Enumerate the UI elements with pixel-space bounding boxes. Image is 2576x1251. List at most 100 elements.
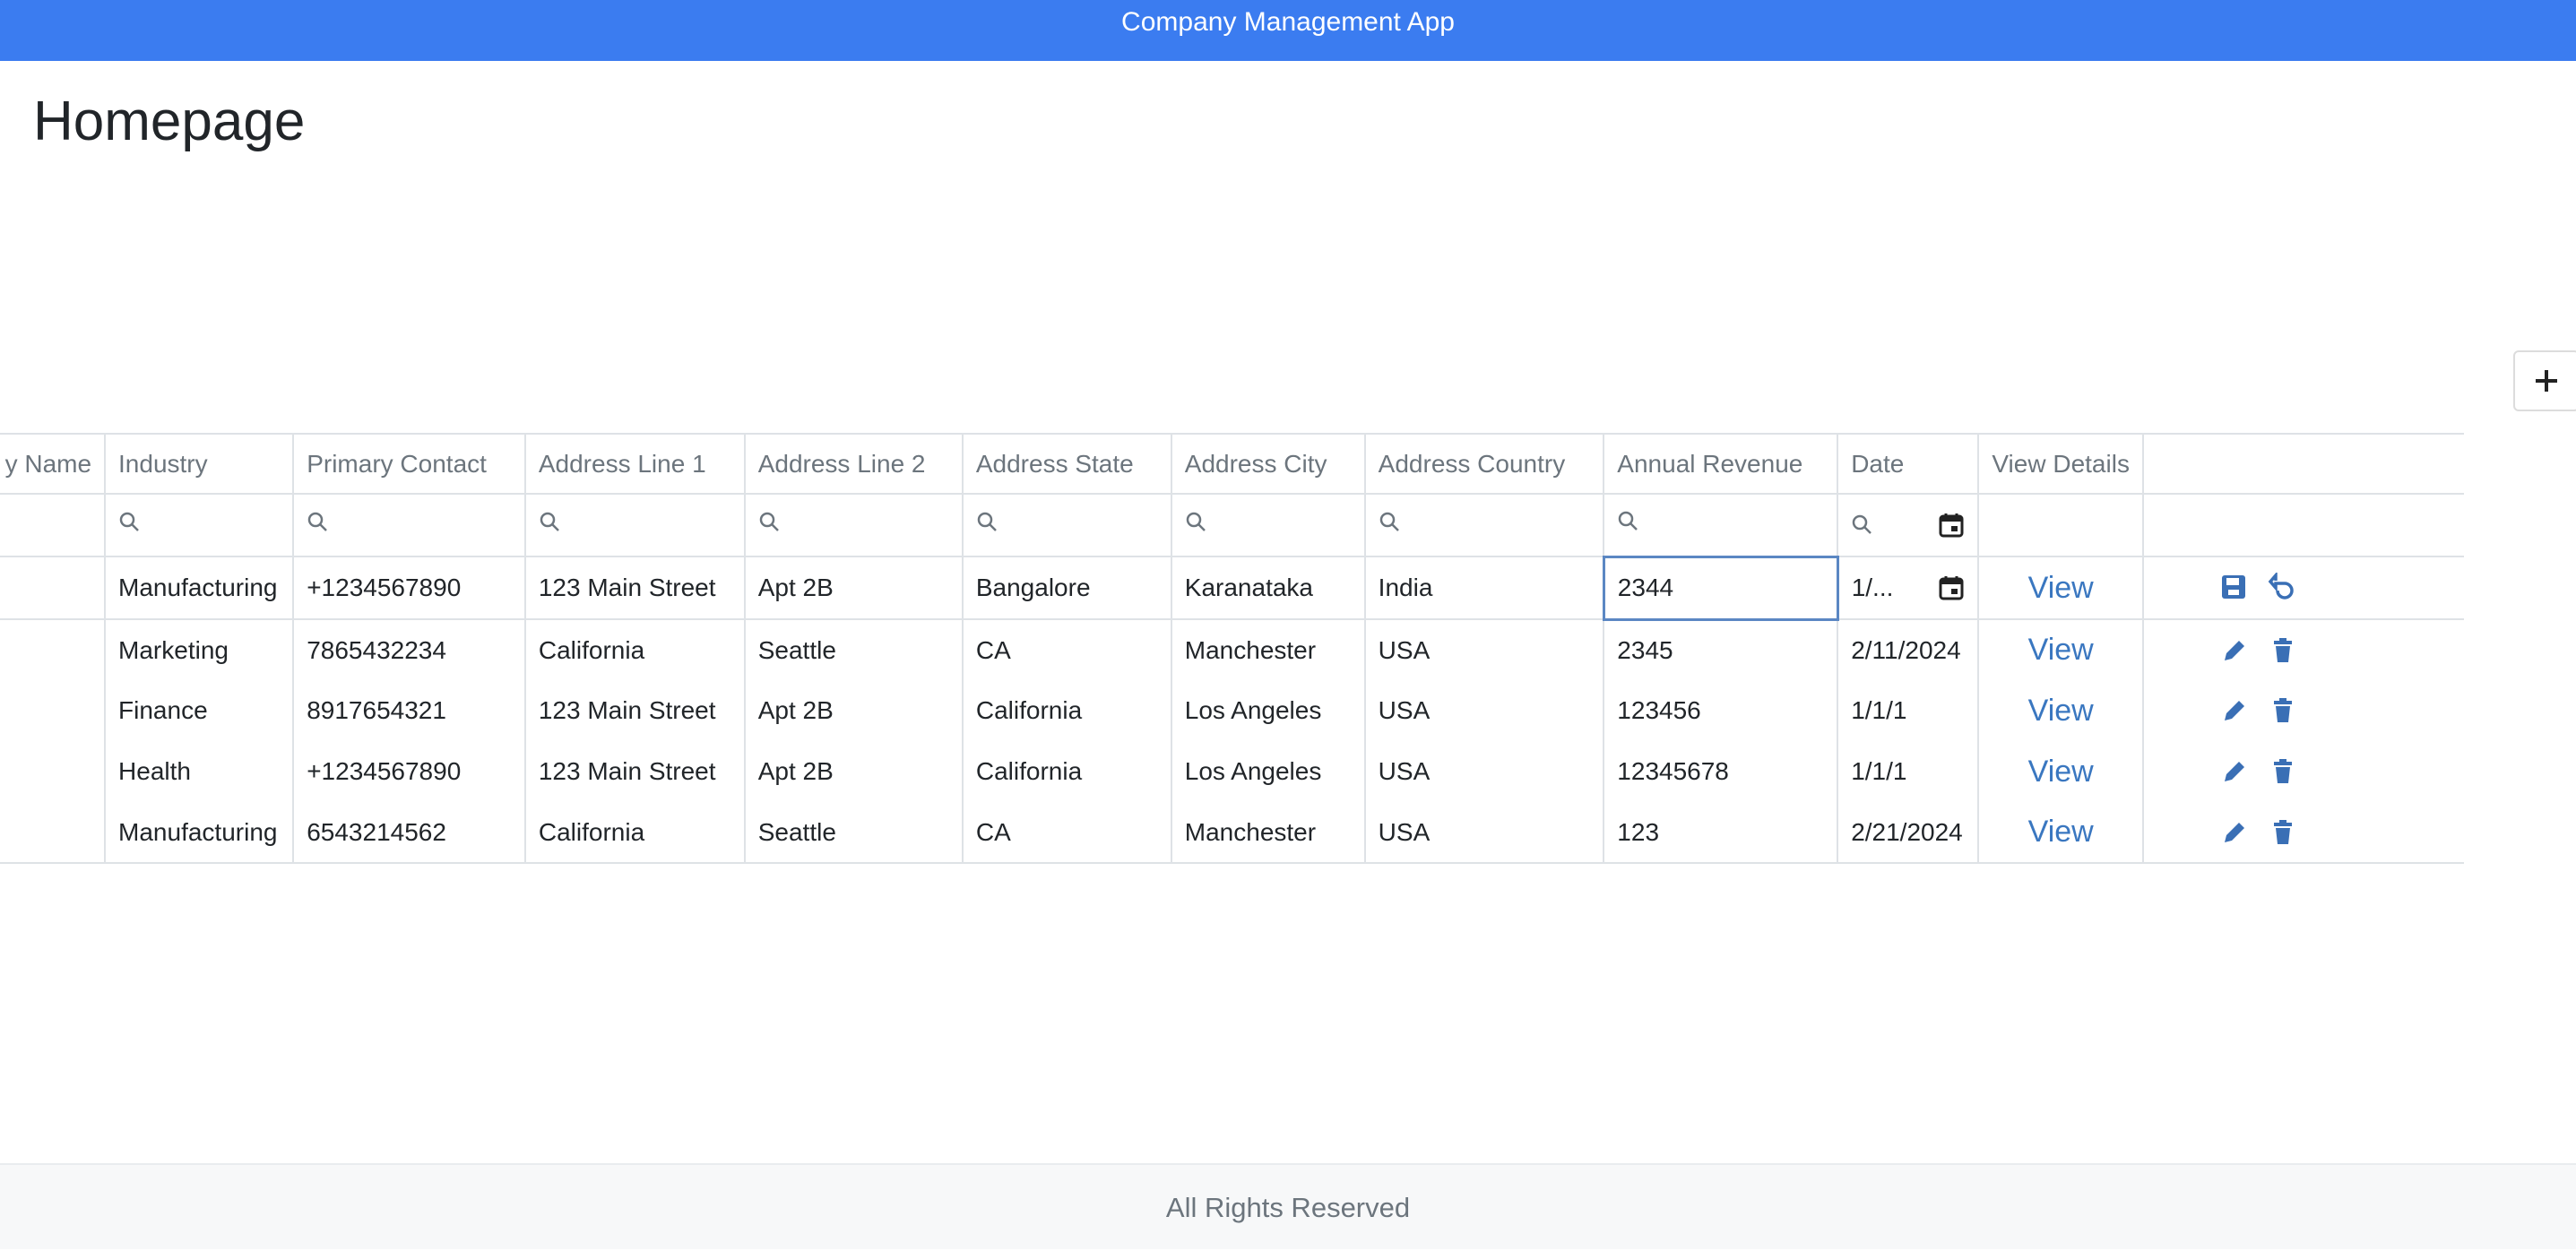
app-header: Company Management App [0,0,2576,61]
filter-row [0,494,2464,557]
search-icon [1852,514,1872,534]
cell-industry: Manufacturing [104,556,294,620]
cell-address1: California [523,802,745,864]
companies-table: y Name Industry Primary Contact Address … [0,433,2576,865]
table-header-row: y Name Industry Primary Contact Address … [0,433,2464,495]
view-details-link[interactable]: View [1992,694,2130,729]
cell-country: USA [1363,802,1604,864]
search-icon [759,512,779,531]
cell-state: CA [961,619,1171,680]
cell-country: USA [1363,680,1604,741]
col-header-industry[interactable]: Industry [104,433,294,495]
filter-contact-input[interactable] [292,494,525,557]
cell-state: CA [961,802,1171,864]
filter-date-input[interactable] [1837,494,1979,557]
filter-state-input[interactable] [961,494,1171,557]
cell-city: Los Angeles [1170,741,1365,802]
filter-address1-input[interactable] [523,494,745,557]
cell-name: rporation [0,556,106,620]
cell-address1: 123 Main Street [523,680,745,741]
col-header-annual-revenue[interactable]: Annual Revenue [1603,433,1838,495]
trash-icon[interactable] [2269,636,2297,665]
save-icon[interactable] [2219,573,2248,601]
revenue-edit-input[interactable]: 2344 [1602,555,1839,621]
pencil-icon[interactable] [2220,818,2249,847]
search-icon [119,512,139,531]
cell-industry: Marketing [104,619,294,680]
filter-country-input[interactable] [1363,494,1604,557]
view-details-link[interactable]: View [1992,633,2130,668]
cell-address2: Apt 2B [743,680,963,741]
col-header-primary-contact[interactable]: Primary Contact [292,433,525,495]
cell-address1: California [523,619,745,680]
view-details-cell: View [1977,619,2143,680]
cell-country: USA [1363,741,1604,802]
search-icon [540,512,559,531]
actions-cell [2141,680,2464,741]
col-header-date[interactable]: Date [1837,433,1979,495]
table-row-editing: rporation Manufacturing +1234567890 123 … [0,555,2464,621]
filter-name-input[interactable] [0,494,106,557]
search-icon [1619,512,1638,531]
add-company-button[interactable] [2513,350,2576,411]
footer-text: All Rights Reserved [1165,1192,1411,1223]
cell-date: 1/1/1 [1837,680,1979,741]
cell-contact: +1234567890 [292,556,525,620]
col-header-company-name[interactable]: y Name [0,433,106,495]
pencil-icon[interactable] [2220,757,2249,786]
cell-contact: 7865432234 [292,619,525,680]
cell-address2: Seattle [743,619,963,680]
cell-address2: Seattle [743,802,963,864]
app-title: Company Management App [1121,7,1455,37]
view-details-link[interactable]: View [1992,815,2130,850]
plus-icon [2536,370,2557,392]
view-details-link[interactable]: View [1992,571,2130,606]
col-header-address-state[interactable]: Address State [961,433,1171,495]
cell-revenue: 123456 [1603,680,1838,741]
cell-revenue: 123 [1603,802,1838,864]
search-icon [1379,512,1399,531]
filter-actions-empty [2141,494,2464,557]
cell-contact: 8917654321 [292,680,525,741]
undo-icon[interactable] [2268,573,2298,603]
calendar-icon[interactable] [1938,574,1965,601]
col-header-address-line-2[interactable]: Address Line 2 [743,433,963,495]
col-header-address-line-1[interactable]: Address Line 1 [523,433,745,495]
cell-industry: Finance [104,680,294,741]
pencil-icon[interactable] [2220,636,2249,665]
page-title: Homepage [33,91,306,152]
cell-city: Manchester [1170,619,1365,680]
calendar-icon[interactable] [1938,512,1965,539]
search-icon [1186,512,1206,531]
view-details-cell: View [1977,556,2143,620]
cell-contact: +1234567890 [292,741,525,802]
cell-address1: 123 Main Street [523,741,745,802]
col-header-address-city[interactable]: Address City [1170,433,1365,495]
filter-revenue-input[interactable] [1603,494,1838,557]
filter-industry-input[interactable] [104,494,294,557]
cell-date: 2/11/2024 [1837,619,1979,680]
actions-cell [2141,556,2464,620]
filter-city-input[interactable] [1170,494,1365,557]
cell-address2: Apt 2B [743,556,963,620]
actions-cell [2141,802,2464,864]
table-row: ft Manufacturing 6543214562 California S… [0,802,2464,864]
table-row: rporation Health +1234567890 123 Main St… [0,741,2464,802]
col-header-address-country[interactable]: Address Country [1363,433,1604,495]
cell-date: 1/1/1 [1837,741,1979,802]
trash-icon[interactable] [2269,696,2297,725]
trash-icon[interactable] [2269,757,2297,786]
cell-name [0,680,106,741]
cell-date: 2/21/2024 [1837,802,1979,864]
view-details-cell: View [1977,741,2143,802]
cell-address2: Apt 2B [743,741,963,802]
filter-address2-input[interactable] [743,494,963,557]
date-edit-value: 1/... [1851,574,1894,601]
search-icon [307,512,328,531]
pencil-icon[interactable] [2220,696,2249,725]
cell-city: Los Angeles [1170,680,1365,741]
trash-icon[interactable] [2269,818,2297,847]
view-details-link[interactable]: View [1992,755,2130,789]
date-edit-input[interactable]: 1/... [1837,556,1979,620]
cell-industry: Manufacturing [104,802,294,864]
